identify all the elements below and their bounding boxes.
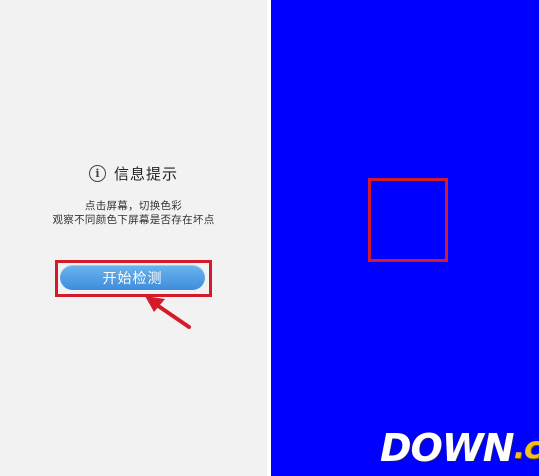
pointer-arrow-icon: [145, 296, 191, 329]
info-header: i 信息提示: [0, 161, 267, 185]
info-title: 信息提示: [113, 164, 178, 183]
info-circle-icon: i: [88, 164, 106, 182]
info-line-observe-dead-pixels: 观察不同颜色下屏幕是否存在坏点: [52, 214, 215, 226]
instruction-screen: i 信息提示 点击屏幕，切换色彩 观察不同颜色下屏幕是否存在坏点 开始检测: [0, 0, 267, 476]
info-line-switch-color: 点击屏幕，切换色彩: [84, 200, 183, 212]
site-watermark: DOWN .cc: [380, 428, 539, 468]
dead-pixel-highlight-box: [368, 178, 448, 262]
start-detection-button[interactable]: 开始检测: [60, 265, 205, 290]
watermark-text-cc: .cc: [513, 431, 539, 466]
watermark-text-down: DOWN: [380, 426, 515, 470]
